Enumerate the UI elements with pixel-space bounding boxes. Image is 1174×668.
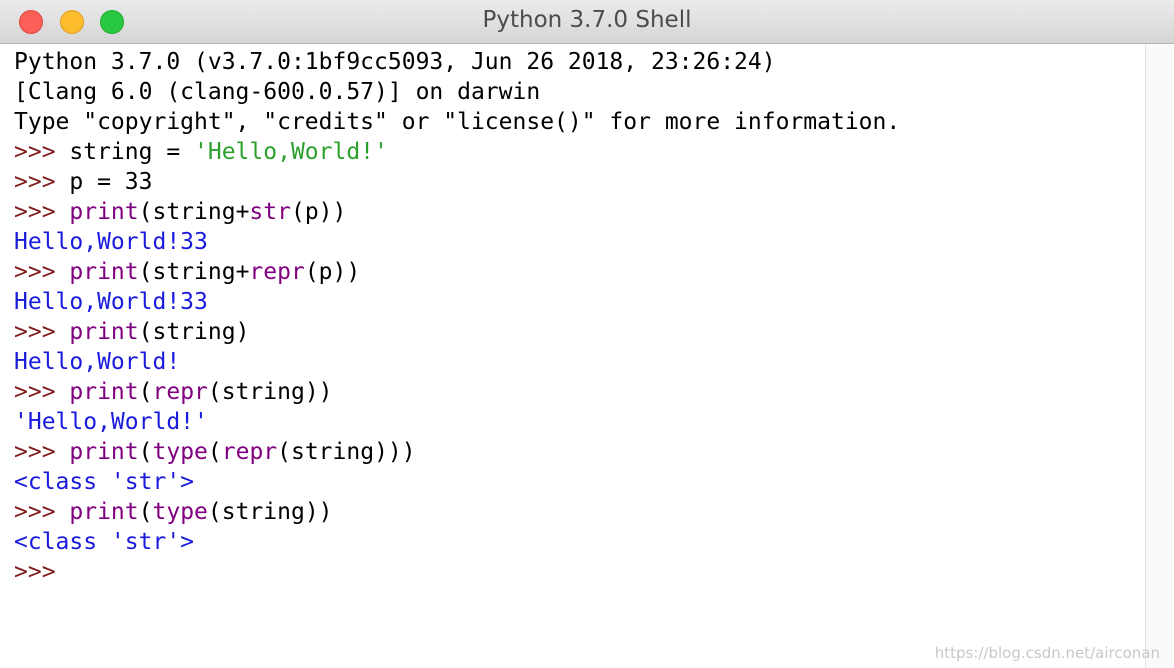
console-text: print — [69, 499, 139, 525]
console-text: Hello,World!33 — [14, 229, 208, 255]
console-line: [Clang 6.0 (clang-600.0.57)] on darwin — [14, 77, 1144, 107]
console-text: [Clang 6.0 (clang-600.0.57)] on darwin — [14, 79, 541, 105]
console-text: ( — [138, 499, 153, 525]
console-line: Type "copyright", "credits" or "license(… — [14, 107, 1144, 137]
console-line: 'Hello,World!' — [14, 407, 1144, 437]
console-text: Hello,World!33 — [14, 289, 208, 315]
console-text: (string))) — [277, 439, 416, 465]
console-line: Hello,World! — [14, 347, 1144, 377]
console-text: repr — [249, 259, 305, 285]
console-text: repr — [221, 439, 278, 465]
title-bar[interactable]: Python 3.7.0 Shell — [0, 0, 1174, 44]
console-text: (string) — [138, 319, 250, 345]
console-line: <class 'str'> — [14, 467, 1144, 497]
prompt-marker: >>> — [14, 559, 70, 585]
console-text: str — [249, 199, 291, 225]
console-text: 'Hello,World!' — [14, 409, 208, 435]
python-shell-window: Python 3.7.0 Shell Python 3.7.0 (v3.7.0:… — [0, 0, 1174, 668]
console-line: Hello,World!33 — [14, 227, 1144, 257]
console-text: (p)) — [290, 199, 347, 225]
console-line: >>> — [14, 557, 1144, 587]
console-text: print — [69, 259, 139, 285]
console-text: (string)) — [207, 379, 333, 405]
console-line: <class 'str'> — [14, 527, 1144, 557]
window-title: Python 3.7.0 Shell — [482, 7, 692, 33]
prompt-marker: >>> — [14, 139, 70, 165]
console-text: print — [69, 379, 139, 405]
console-line: >>> print(repr(string)) — [14, 377, 1144, 407]
console-text: (string+ — [138, 259, 250, 285]
prompt-marker: >>> — [14, 379, 70, 405]
console-text: Python 3.7.0 (v3.7.0:1bf9cc5093, Jun 26 … — [14, 49, 776, 75]
console-line: >>> print(type(repr(string))) — [14, 437, 1144, 467]
console-text: repr — [152, 379, 208, 405]
shell-console[interactable]: Python 3.7.0 (v3.7.0:1bf9cc5093, Jun 26 … — [14, 47, 1144, 668]
console-text: <class 'str'> — [14, 529, 195, 555]
console-text: type — [152, 499, 208, 525]
console-line: Hello,World!33 — [14, 287, 1144, 317]
prompt-marker: >>> — [14, 439, 70, 465]
console-line: Python 3.7.0 (v3.7.0:1bf9cc5093, Jun 26 … — [14, 47, 1144, 77]
console-text: print — [69, 199, 139, 225]
console-text: ( — [138, 439, 153, 465]
console-text: (string)) — [207, 499, 333, 525]
console-text: ( — [207, 439, 222, 465]
console-line: >>> print(string+str(p)) — [14, 197, 1144, 227]
prompt-marker: >>> — [14, 199, 70, 225]
console-text: (string+ — [138, 199, 250, 225]
prompt-marker: >>> — [14, 499, 70, 525]
prompt-marker: >>> — [14, 319, 70, 345]
console-text: print — [69, 319, 139, 345]
console-text: <class 'str'> — [14, 469, 195, 495]
console-text: string = — [69, 139, 195, 165]
console-text: ( — [138, 379, 153, 405]
prompt-marker: >>> — [14, 169, 70, 195]
console-line: >>> print(string+repr(p)) — [14, 257, 1144, 287]
console-text: print — [69, 439, 139, 465]
console-line: >>> string = 'Hello,World!' — [14, 137, 1144, 167]
console-text: p = 33 — [69, 169, 153, 195]
prompt-marker: >>> — [14, 259, 70, 285]
console-text: (p)) — [304, 259, 361, 285]
vertical-scrollbar[interactable] — [1145, 44, 1174, 668]
console-text: type — [152, 439, 208, 465]
console-line: >>> p = 33 — [14, 167, 1144, 197]
console-text: Type "copyright", "credits" or "license(… — [14, 109, 901, 135]
console-line: >>> print(type(string)) — [14, 497, 1144, 527]
console-text: Hello,World! — [14, 349, 181, 375]
console-line: >>> print(string) — [14, 317, 1144, 347]
console-text: 'Hello,World!' — [194, 139, 388, 165]
watermark: https://blog.csdn.net/airconan — [934, 644, 1160, 662]
